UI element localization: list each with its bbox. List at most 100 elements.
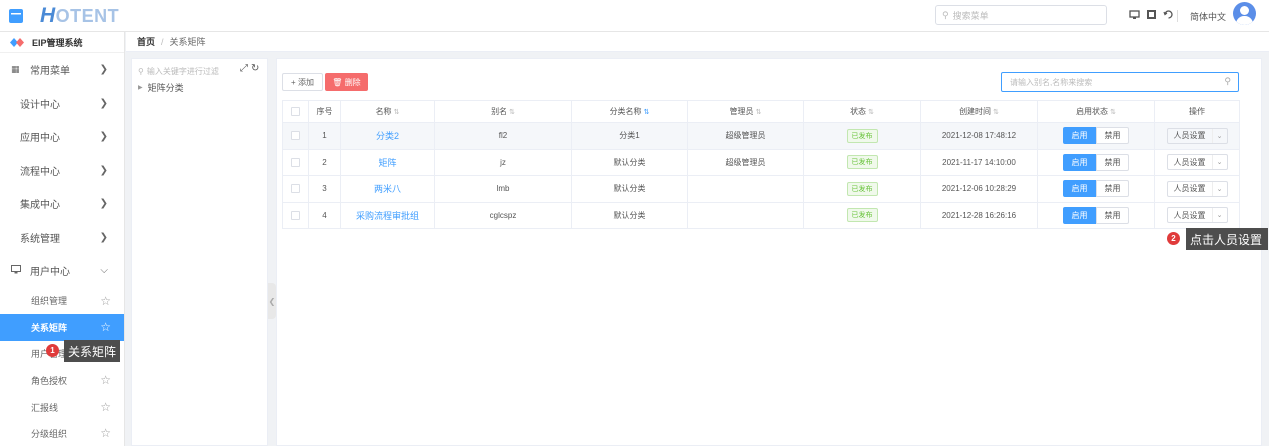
chevron-down-icon[interactable]: ⌄ — [1213, 208, 1227, 222]
table-row[interactable]: 4 采购流程审批组 cglcspz 默认分类 已发布 2021-12-28 16… — [282, 201, 1240, 229]
refresh-icon[interactable]: ↻ — [251, 63, 259, 74]
row-checkbox[interactable] — [291, 210, 300, 220]
app-menu-icon[interactable] — [0, 0, 32, 32]
expand-icon[interactable]: ⤢ — [240, 63, 248, 74]
monitor-icon — [11, 265, 21, 276]
person-settings-dropdown[interactable]: 人员设置 ⌄ — [1166, 154, 1228, 171]
sort-icon: ⇅ — [868, 109, 874, 116]
status-badge: 已发布 — [846, 155, 878, 170]
status-badge: 已发布 — [846, 181, 878, 196]
col-alias[interactable]: 别名 ⇅ — [434, 100, 572, 123]
sidebar-item-design[interactable]: 设计中心 ❯ — [0, 87, 124, 121]
sidebar-sub-graded-org[interactable]: 分级组织 ☆ — [0, 420, 124, 446]
disable-button[interactable]: 禁用 — [1096, 127, 1129, 145]
star-icon[interactable]: ☆ — [100, 400, 111, 414]
plus-icon: + — [291, 77, 298, 87]
enable-button[interactable]: 启用 — [1063, 127, 1096, 145]
chevron-right-icon: ❯ — [99, 231, 108, 243]
col-created[interactable]: 创建时间 ⇅ — [920, 100, 1038, 123]
col-name[interactable]: 名称 ⇅ — [340, 100, 435, 123]
tree-node-root[interactable]: ▶ 矩阵分类 — [138, 81, 184, 94]
chevron-down-icon[interactable]: ⌄ — [1213, 182, 1227, 196]
row-checkbox[interactable] — [291, 184, 300, 194]
avatar[interactable] — [1233, 2, 1256, 25]
refresh-icon[interactable] — [1163, 9, 1174, 20]
person-settings-dropdown[interactable]: 人员设置 ⌄ — [1166, 207, 1228, 224]
breadcrumb-current: 关系矩阵 — [169, 37, 206, 47]
matrix-name-link[interactable]: 两米八 — [374, 184, 401, 194]
sidebar-item-system[interactable]: 系统管理 ❯ — [0, 221, 124, 255]
chevron-right-icon: ❯ — [99, 198, 108, 209]
chevron-down-icon[interactable]: ⌄ — [1213, 129, 1227, 143]
system-logo-icon — [10, 37, 24, 47]
sidebar-item-user-center[interactable]: 用户中心 ⌵ — [0, 254, 124, 288]
category-tree-panel: ⚲ 输入关键字进行过滤 ⤢ ↻ ▶ 矩阵分类 — [131, 58, 268, 446]
chevron-right-icon: ❯ — [99, 64, 108, 75]
monitor-icon[interactable] — [1129, 9, 1140, 20]
add-button[interactable]: + 添加 — [282, 73, 323, 91]
table-search-input[interactable]: 请输入别名,名称来搜索 ⚲ — [1001, 72, 1239, 92]
sidebar-item-favorites[interactable]: ▦ 常用菜单 ❯ — [0, 53, 124, 87]
sidebar-sub-matrix[interactable]: 关系矩阵 ☆ — [0, 314, 124, 341]
sort-icon: ⇅ — [509, 109, 515, 116]
sidebar-item-integration[interactable]: 集成中心 ❯ — [0, 187, 124, 221]
step-badge: 1 — [46, 344, 59, 357]
row-checkbox[interactable] — [291, 131, 300, 141]
matrix-name-link[interactable]: 分类2 — [376, 131, 399, 141]
chevron-right-icon: ❯ — [99, 164, 108, 176]
delete-button[interactable]: 🗑 删除 — [325, 73, 368, 91]
star-icon[interactable]: ☆ — [100, 373, 111, 387]
enable-button[interactable]: 启用 — [1063, 153, 1096, 171]
star-icon[interactable]: ☆ — [100, 426, 111, 440]
table-header-row: 序号 名称 ⇅ 别名 ⇅ 分类名称 ⇅ 管理员 ⇅ 状态 ⇅ 创建时间 ⇅ 启用状态 ⇅ 操作 — [282, 100, 1240, 123]
search-icon[interactable]: ⚲ — [1224, 76, 1231, 87]
table-row[interactable]: 3 两米八 lmb 默认分类 已发布 2021-12-06 10:28:29 启… — [282, 175, 1240, 203]
sidebar-sub-report-line[interactable]: 汇报线 ☆ — [0, 394, 124, 421]
matrix-table: 序号 名称 ⇅ 别名 ⇅ 分类名称 ⇅ 管理员 ⇅ 状态 ⇅ 创建时间 ⇅ 启用状态 ⇅ 操作… — [282, 100, 1240, 229]
person-settings-dropdown[interactable]: 人员设置 ⌄ — [1166, 180, 1228, 197]
divider — [1177, 10, 1178, 22]
chevron-down-icon: ⌵ — [100, 265, 108, 276]
collapse-handle[interactable]: ❮ — [268, 283, 276, 319]
row-checkbox[interactable] — [291, 157, 300, 167]
menu-search-input[interactable]: ⚲ 搜索菜单 — [935, 5, 1107, 25]
chevron-down-icon[interactable]: ⌄ — [1213, 155, 1227, 169]
matrix-name-link[interactable]: 采购流程审批组 — [356, 211, 419, 221]
disable-button[interactable]: 禁用 — [1096, 180, 1129, 198]
tree-filter-input[interactable]: ⚲ 输入关键字进行过滤 — [138, 64, 243, 78]
table-row[interactable]: 1 分类2 fl2 分类1 超级管理员 已发布 2021-12-08 17:48… — [282, 122, 1240, 150]
star-icon[interactable]: ☆ — [100, 294, 111, 308]
enable-button[interactable]: 启用 — [1063, 206, 1096, 224]
trash-icon: 🗑 — [332, 77, 345, 87]
col-category[interactable]: 分类名称 ⇅ — [571, 100, 688, 123]
col-admin[interactable]: 管理员 ⇅ — [687, 100, 804, 123]
col-enable[interactable]: 启用状态 ⇅ — [1037, 100, 1155, 123]
status-badge: 已发布 — [846, 208, 878, 223]
language-switch[interactable]: 简体中文 — [1190, 10, 1226, 23]
sort-icon: ⇅ — [643, 109, 650, 116]
chevron-right-icon: ❯ — [99, 131, 108, 142]
person-settings-dropdown[interactable]: 人员设置 ⌄ — [1166, 127, 1228, 144]
sort-icon: ⇅ — [1110, 109, 1116, 116]
sort-icon: ⇅ — [993, 109, 999, 116]
search-icon: ⚲ — [138, 66, 144, 76]
select-all-checkbox[interactable] — [291, 107, 300, 117]
disable-button[interactable]: 禁用 — [1096, 153, 1129, 171]
col-status[interactable]: 状态 ⇅ — [803, 100, 921, 123]
star-icon[interactable]: ☆ — [100, 320, 111, 334]
matrix-name-link[interactable]: 矩阵 — [378, 158, 396, 168]
breadcrumb-home[interactable]: 首页 — [137, 35, 155, 48]
sidebar-item-flow[interactable]: 流程中心 ❯ — [0, 154, 124, 188]
step-tooltip: 关系矩阵 — [64, 340, 121, 362]
sidebar-item-apps[interactable]: 应用中心 ❯ — [0, 120, 124, 154]
fullscreen-icon[interactable] — [1146, 9, 1157, 20]
sidebar-sub-roles[interactable]: 角色授权 ☆ — [0, 367, 124, 394]
enable-button[interactable]: 启用 — [1063, 180, 1096, 198]
disable-button[interactable]: 禁用 — [1096, 206, 1129, 224]
chevron-left-icon: ❮ — [268, 296, 276, 306]
sidebar-sub-org[interactable]: 组织管理 ☆ — [0, 288, 124, 315]
step-badge: 2 — [1167, 232, 1180, 245]
top-header: HOTENT ⚲ 搜索菜单 简体中文 — [0, 0, 1269, 32]
table-row[interactable]: 2 矩阵 jz 默认分类 超级管理员 已发布 2021-11-17 14:10:… — [282, 148, 1240, 176]
system-title: EIP管理系统 — [0, 32, 124, 53]
